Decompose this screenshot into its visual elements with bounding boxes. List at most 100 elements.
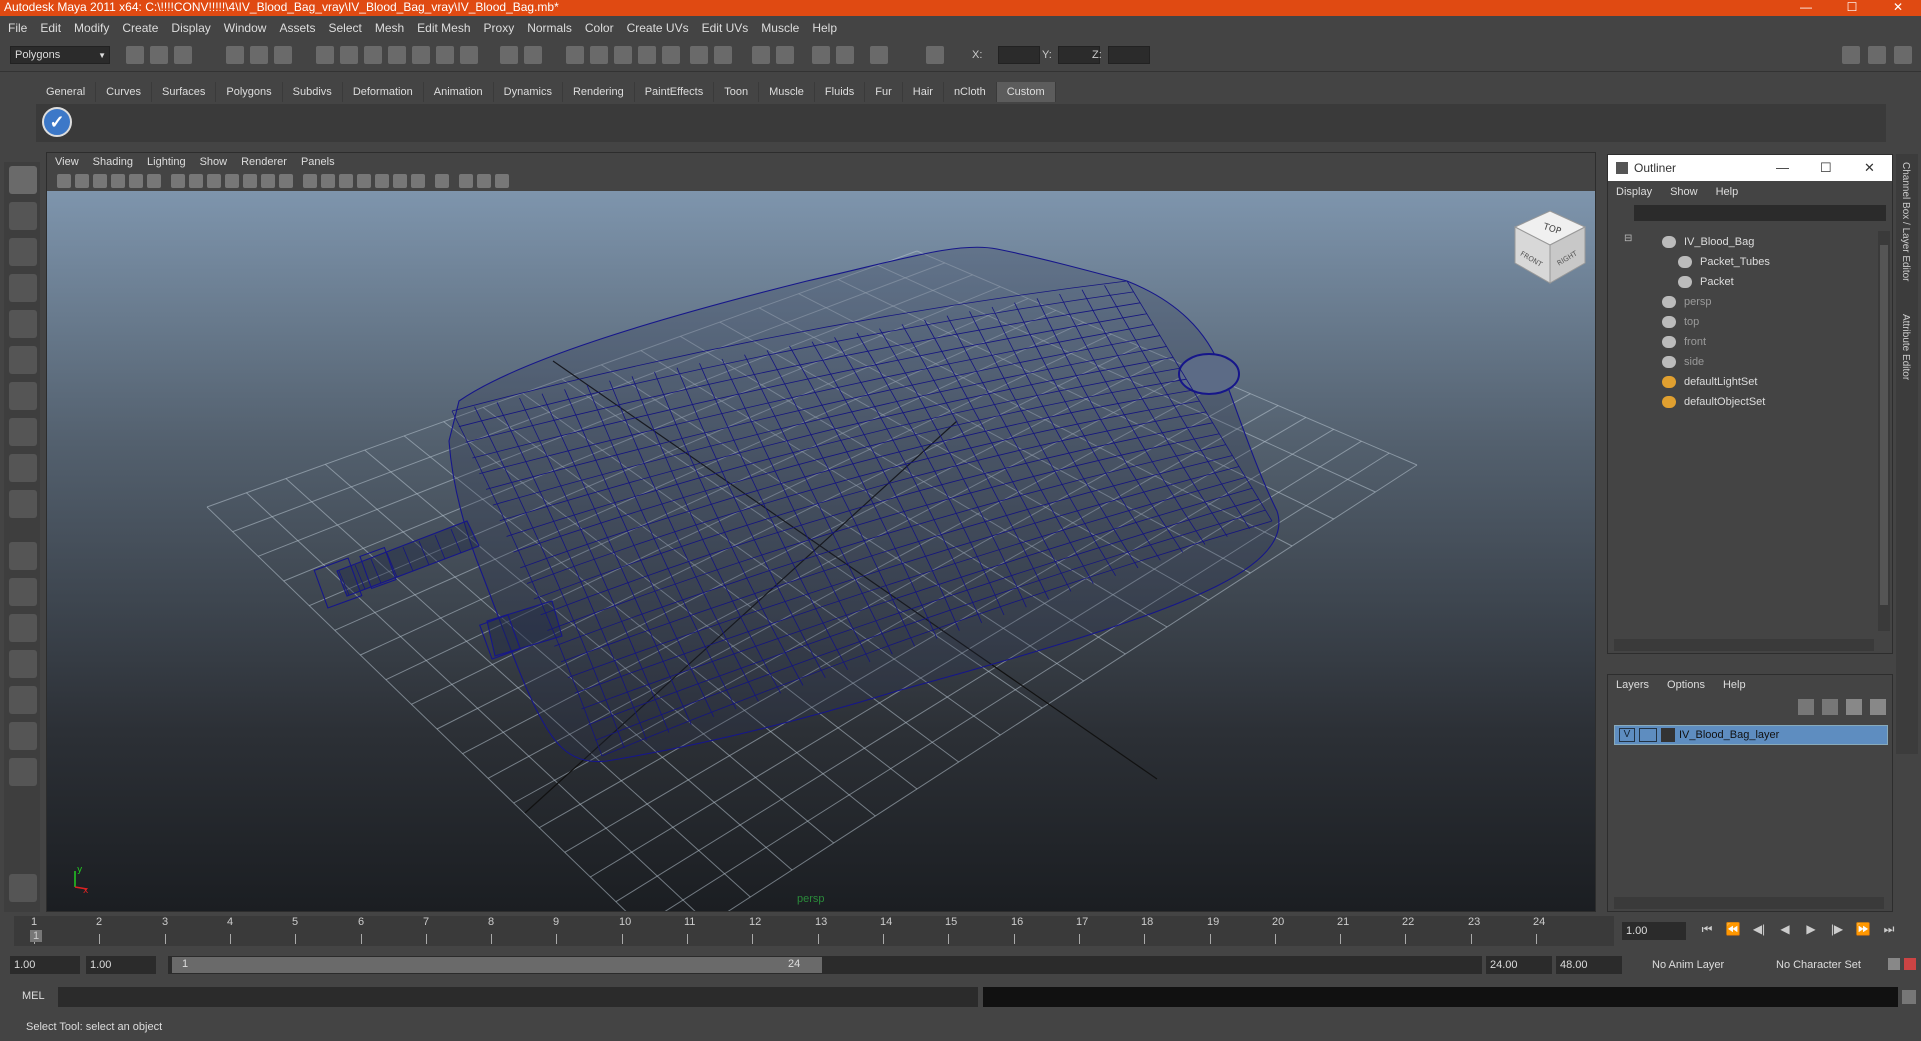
- menu-edit-mesh[interactable]: Edit Mesh: [417, 21, 470, 35]
- snap-curve-icon[interactable]: [340, 46, 358, 64]
- new-scene-icon[interactable]: [126, 46, 144, 64]
- panel-menu-shading[interactable]: Shading: [93, 156, 133, 168]
- menu-color[interactable]: Color: [585, 21, 614, 35]
- xray-icon[interactable]: [459, 174, 473, 188]
- shelf-tab-hair[interactable]: Hair: [903, 82, 944, 102]
- layer-menu-help[interactable]: Help: [1723, 679, 1746, 691]
- menu-create-uvs[interactable]: Create UVs: [627, 21, 689, 35]
- current-frame-marker[interactable]: 1: [30, 930, 43, 942]
- outliner-item-packet[interactable]: Packet: [1678, 273, 1734, 291]
- menu-edit[interactable]: Edit: [40, 21, 61, 35]
- select-component-icon[interactable]: [274, 46, 292, 64]
- show-window-icon[interactable]: [714, 46, 732, 64]
- menu-help[interactable]: Help: [812, 21, 837, 35]
- history-icon[interactable]: [436, 46, 454, 64]
- panel-menu-panels[interactable]: Panels: [301, 156, 335, 168]
- smooth-shade-icon[interactable]: [321, 174, 335, 188]
- shelf-tab-dynamics[interactable]: Dynamics: [494, 82, 563, 102]
- animation-start-field[interactable]: 1.00: [10, 956, 80, 974]
- layer-visibility-toggle[interactable]: V: [1619, 728, 1635, 742]
- menu-mesh[interactable]: Mesh: [375, 21, 404, 35]
- render-settings-icon[interactable]: [638, 46, 656, 64]
- perspective-viewport[interactable]: TOP FRONT RIGHT y x persp: [47, 191, 1595, 911]
- textured-icon[interactable]: [357, 174, 371, 188]
- render-view-icon[interactable]: [690, 46, 708, 64]
- select-object-icon[interactable]: [250, 46, 268, 64]
- outliner-menu-help[interactable]: Help: [1716, 186, 1739, 198]
- move-layer-up-icon[interactable]: [1798, 699, 1814, 715]
- checkmark-icon[interactable]: ✓: [42, 107, 72, 137]
- wireframe-icon[interactable]: [303, 174, 317, 188]
- toggle-channel-box-icon[interactable]: [1894, 46, 1912, 64]
- shelf-tab-toon[interactable]: Toon: [714, 82, 760, 102]
- maximize-icon[interactable]: ☐: [1829, 0, 1875, 16]
- key-icon[interactable]: [1888, 958, 1900, 970]
- command-input[interactable]: [58, 987, 978, 1007]
- minimize-icon[interactable]: —: [1783, 0, 1829, 16]
- layer-menu-layers[interactable]: Layers: [1616, 679, 1649, 691]
- menu-normals[interactable]: Normals: [527, 21, 572, 35]
- outliner-item-persp[interactable]: persp: [1662, 293, 1712, 311]
- outliner-item-side[interactable]: side: [1662, 353, 1704, 371]
- outliner-menu-display[interactable]: Display: [1616, 186, 1652, 198]
- snap-grid-icon[interactable]: [316, 46, 334, 64]
- graph-persp-layout-icon[interactable]: [9, 650, 37, 678]
- menu-modify[interactable]: Modify: [74, 21, 109, 35]
- lights-icon[interactable]: [375, 174, 389, 188]
- safe-action-icon[interactable]: [261, 174, 275, 188]
- outliner-item-front[interactable]: front: [1662, 333, 1706, 351]
- outliner-menu-show[interactable]: Show: [1670, 186, 1698, 198]
- toggle-attribute-editor-icon[interactable]: [1842, 46, 1860, 64]
- close-icon[interactable]: ✕: [1875, 0, 1921, 16]
- snap-plane-icon[interactable]: [388, 46, 406, 64]
- outliner-minimize-icon[interactable]: —: [1776, 155, 1789, 181]
- play-forward-icon[interactable]: ▶: [1798, 922, 1824, 937]
- layer-playback-toggle[interactable]: [1639, 728, 1657, 742]
- mel-label[interactable]: MEL: [22, 990, 45, 1002]
- manipulator-tool-icon[interactable]: [9, 382, 37, 410]
- channel-box-icon[interactable]: [836, 46, 854, 64]
- selection-icon[interactable]: [524, 46, 542, 64]
- z-field[interactable]: [1108, 46, 1150, 64]
- grid-icon[interactable]: [171, 174, 185, 188]
- layout-icon[interactable]: [752, 46, 770, 64]
- two-d-pan-icon[interactable]: [129, 174, 143, 188]
- current-time-field[interactable]: 1.00: [1622, 922, 1686, 940]
- wireframe-on-shaded-icon[interactable]: [339, 174, 353, 188]
- relative-mode-icon[interactable]: [926, 46, 944, 64]
- layer-horizontal-scrollbar[interactable]: [1614, 897, 1884, 909]
- preferences-icon[interactable]: [1904, 958, 1916, 970]
- panel-menu-view[interactable]: View: [55, 156, 79, 168]
- menu-display[interactable]: Display: [171, 21, 210, 35]
- snap-point-icon[interactable]: [364, 46, 382, 64]
- outliner-item-packet-tubes[interactable]: Packet_Tubes: [1678, 253, 1770, 271]
- outliner-item-iv-blood-bag[interactable]: IV_Blood_Bag: [1662, 233, 1754, 251]
- shelf-tab-rendering[interactable]: Rendering: [563, 82, 635, 102]
- show-manipulator-icon[interactable]: [9, 454, 37, 482]
- snap-surface-icon[interactable]: [412, 46, 430, 64]
- bookmark-icon[interactable]: [93, 174, 107, 188]
- isolate-select-icon[interactable]: [435, 174, 449, 188]
- shelf-tab-general[interactable]: General: [36, 82, 97, 102]
- step-back-frame-icon[interactable]: ◀|: [1746, 922, 1772, 937]
- hypershade-icon[interactable]: [662, 46, 680, 64]
- ipr-render-icon[interactable]: [614, 46, 632, 64]
- shadows-icon[interactable]: [393, 174, 407, 188]
- camera-attributes-icon[interactable]: [75, 174, 89, 188]
- step-forward-key-icon[interactable]: ⏩: [1850, 922, 1876, 937]
- resolution-gate-icon[interactable]: [207, 174, 221, 188]
- step-forward-frame-icon[interactable]: |▶: [1824, 922, 1850, 937]
- outliner-item-top[interactable]: top: [1662, 313, 1699, 331]
- shelf-tab-fur[interactable]: Fur: [865, 82, 903, 102]
- playback-start-field[interactable]: 1.00: [86, 956, 156, 974]
- gate-mask-icon[interactable]: [225, 174, 239, 188]
- playback-end-field[interactable]: 24.00: [1486, 956, 1552, 974]
- shelf-tab-deformation[interactable]: Deformation: [343, 82, 424, 102]
- anim-layer-dropdown[interactable]: No Anim Layer: [1648, 956, 1754, 974]
- time-ruler[interactable]: 1 2 3 4 5 6 7 8 9 10 11 12 13 14 15 16 17 18 19 20 21 22 23 24 1: [14, 916, 1614, 946]
- outliner-item-default-object-set[interactable]: defaultObjectSet: [1662, 393, 1765, 411]
- quick-layout-icon[interactable]: [9, 874, 37, 902]
- shelf-tab-animation[interactable]: Animation: [424, 82, 494, 102]
- shelf-tab-subdivs[interactable]: Subdivs: [283, 82, 343, 102]
- dopesheet-layout-icon[interactable]: [9, 722, 37, 750]
